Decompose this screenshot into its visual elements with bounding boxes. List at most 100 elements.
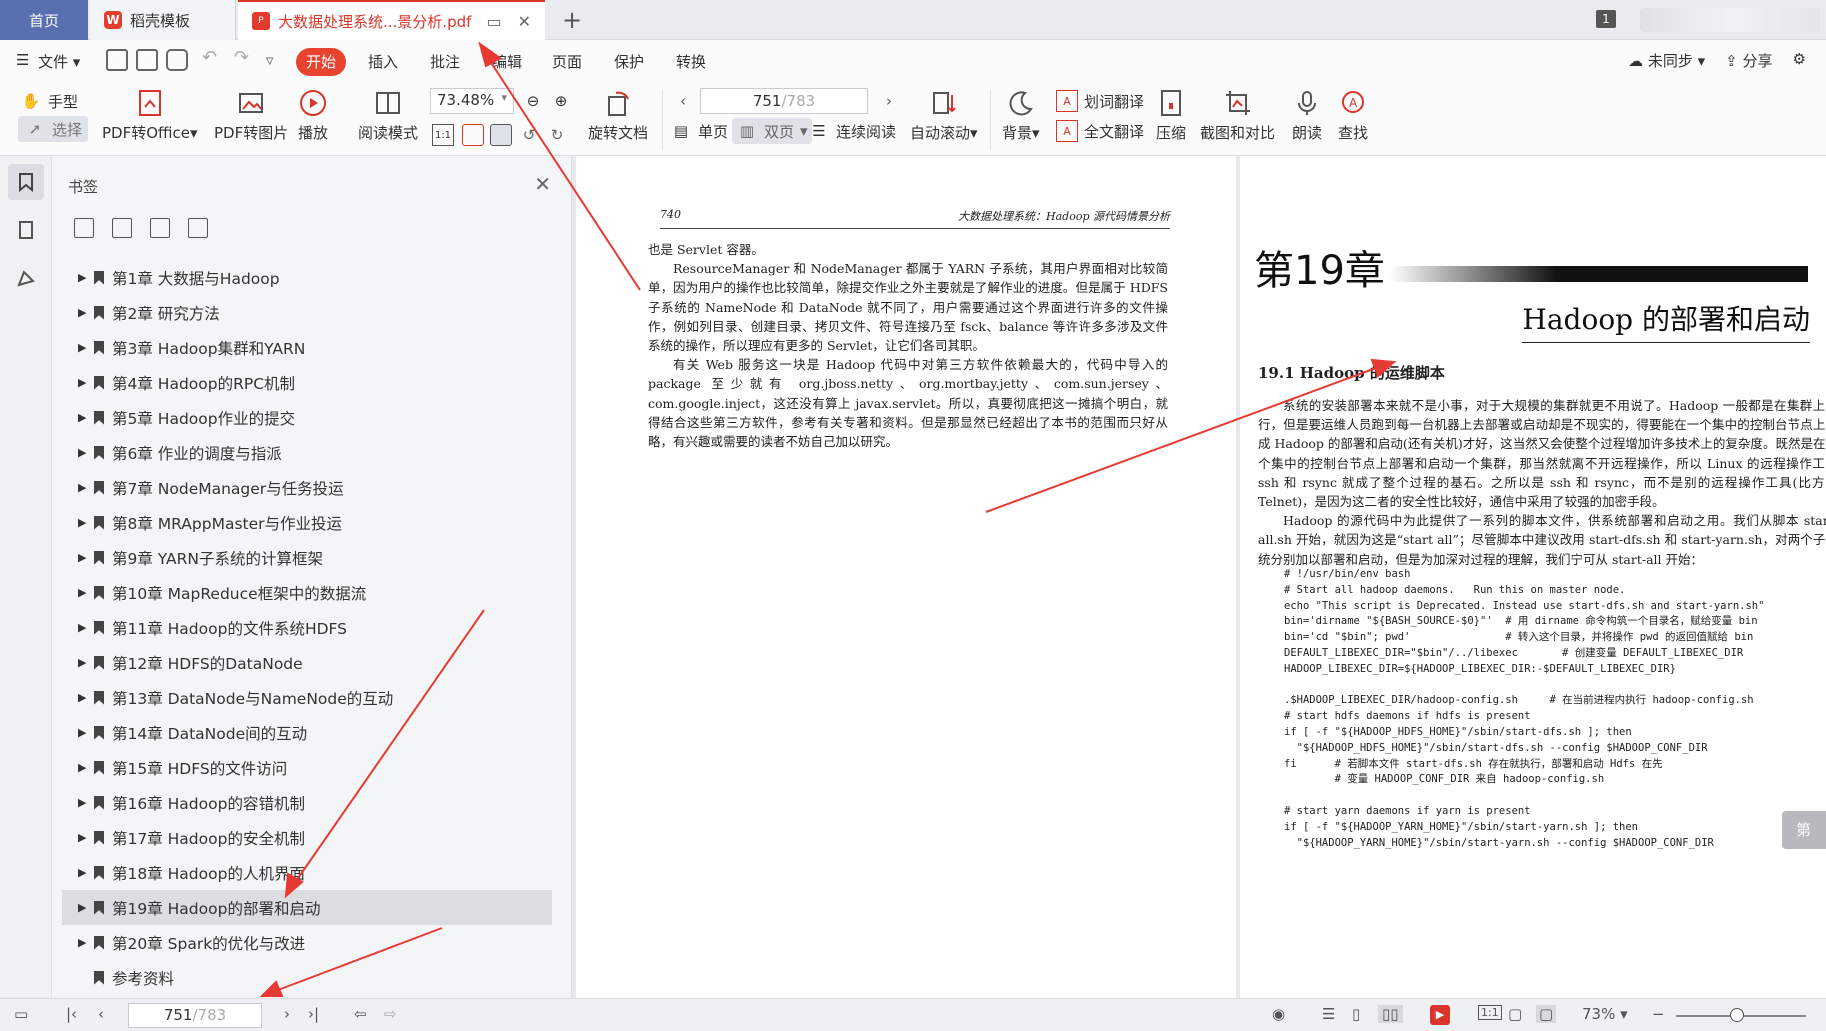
next-page-icon[interactable]: › bbox=[284, 1005, 290, 1023]
tab-docer[interactable]: W 稻壳模板 bbox=[90, 0, 236, 40]
play-button[interactable]: 播放 bbox=[298, 88, 328, 143]
find-button[interactable]: A 查找 bbox=[1338, 88, 1368, 143]
rotate-left-icon[interactable]: ↺ bbox=[518, 124, 540, 146]
single-page-button[interactable]: ▤ 单页 bbox=[670, 120, 728, 142]
bookmark-item[interactable]: 参考资料 bbox=[62, 960, 552, 995]
compress-button[interactable]: 压缩 bbox=[1156, 88, 1186, 143]
fit-width-icon[interactable]: ▢ bbox=[1536, 1005, 1557, 1023]
new-tab-icon[interactable]: + bbox=[562, 6, 582, 34]
menu-page[interactable]: 页面 bbox=[552, 51, 582, 72]
sidebar-toggle-icon[interactable]: ▭ bbox=[14, 1005, 28, 1023]
bookmark-item[interactable]: ▶ 第6章 作业的调度与指派 bbox=[62, 435, 552, 470]
background-button[interactable]: 背景▾ bbox=[1002, 88, 1040, 143]
expand-arrow-icon[interactable]: ▶ bbox=[78, 621, 90, 634]
annotation-icon[interactable] bbox=[8, 260, 44, 296]
read-aloud-button[interactable]: 朗读 bbox=[1292, 88, 1322, 143]
first-page-icon[interactable]: |‹ bbox=[66, 1005, 77, 1023]
bookmark-item[interactable]: ▶ 第18章 Hadoop的人机界面 bbox=[62, 855, 552, 890]
tab-home[interactable]: 首页 bbox=[0, 0, 88, 40]
zoom-out-icon[interactable]: − bbox=[1652, 1005, 1665, 1023]
expand-arrow-icon[interactable]: ▶ bbox=[78, 796, 90, 809]
zoom-slider-handle[interactable] bbox=[1730, 1008, 1744, 1022]
hamburger-icon[interactable]: ☰ bbox=[16, 51, 29, 69]
bookmark-item[interactable]: ▶ 第9章 YARN子系统的计算框架 bbox=[62, 540, 552, 575]
read-mode-button[interactable]: 阅读模式 bbox=[358, 88, 418, 143]
bookmark-item[interactable]: ▶ 第12章 HDFS的DataNode bbox=[62, 645, 552, 680]
expand-arrow-icon[interactable]: ▶ bbox=[78, 586, 90, 599]
full-translate-button[interactable]: A 全文翻译 bbox=[1056, 120, 1144, 142]
expand-arrow-icon[interactable]: ▶ bbox=[78, 866, 90, 879]
double-view-icon[interactable]: ▯▯ bbox=[1378, 1005, 1403, 1023]
pdf-to-image-button[interactable]: PDF转图片 bbox=[214, 88, 288, 143]
actual-size-icon[interactable]: 1:1 bbox=[432, 124, 454, 146]
prev-page-icon[interactable]: ‹ bbox=[672, 90, 694, 112]
actual-size-icon[interactable]: 1:1 bbox=[1478, 1005, 1502, 1020]
continuous-reading-button[interactable]: ☰ 连续阅读 bbox=[808, 120, 896, 142]
play-icon[interactable]: ▶ bbox=[1430, 1005, 1450, 1025]
hand-tool[interactable]: ✋ 手型 bbox=[20, 90, 78, 112]
window-count-badge[interactable]: 1 bbox=[1596, 10, 1616, 28]
expand-arrow-icon[interactable]: ▶ bbox=[78, 306, 90, 319]
bookmark-item[interactable]: ▶ 第19章 Hadoop的部署和启动 bbox=[62, 890, 552, 925]
continuous-view-icon[interactable]: ☰ bbox=[1322, 1005, 1335, 1023]
bookmark-item[interactable]: ▶ 第17章 Hadoop的安全机制 bbox=[62, 820, 552, 855]
expand-arrow-icon[interactable]: ▶ bbox=[78, 481, 90, 494]
menu-convert[interactable]: 转换 bbox=[676, 51, 706, 72]
rotate-document-button[interactable]: 旋转文档 bbox=[588, 88, 648, 143]
bookmark-settings-icon[interactable] bbox=[188, 218, 208, 238]
expand-arrow-icon[interactable]: ▶ bbox=[78, 341, 90, 354]
save-icon[interactable] bbox=[136, 49, 158, 71]
pdf-to-office-button[interactable]: PDF转Office▾ bbox=[102, 88, 198, 143]
bookmark-item[interactable]: ▶ 第3章 Hadoop集群和YARN bbox=[62, 330, 552, 365]
fit-page-icon[interactable]: ▢ bbox=[1508, 1005, 1522, 1023]
add-bookmark-icon[interactable] bbox=[150, 218, 170, 238]
undo-icon[interactable]: ↶ bbox=[202, 47, 217, 68]
float-window-icon[interactable]: ▭ bbox=[486, 12, 501, 31]
page-number-input[interactable]: 751/783 bbox=[700, 88, 868, 114]
bookmark-item[interactable]: ▶ 第20章 Spark的优化与改进 bbox=[62, 925, 552, 960]
menu-start[interactable]: 开始 bbox=[296, 48, 346, 76]
bookmark-item[interactable]: ▶ 第16章 Hadoop的容错机制 bbox=[62, 785, 552, 820]
zoom-input[interactable]: 73.48% ▾ bbox=[430, 88, 514, 114]
expand-arrow-icon[interactable]: ▶ bbox=[78, 516, 90, 529]
expand-arrow-icon[interactable]: ▶ bbox=[78, 376, 90, 389]
select-tool[interactable]: ➚ 选择 bbox=[18, 116, 89, 142]
bookmark-item[interactable]: ▶ 第4章 Hadoop的RPC机制 bbox=[62, 365, 552, 400]
rotate-right-icon[interactable]: ↻ bbox=[546, 124, 568, 146]
bookmark-item[interactable]: ▶ 第5章 Hadoop作业的提交 bbox=[62, 400, 552, 435]
bookmark-item[interactable]: ▶ 第15章 HDFS的文件访问 bbox=[62, 750, 552, 785]
expand-arrow-icon[interactable]: ▶ bbox=[78, 761, 90, 774]
zoom-in-icon[interactable]: ⊕ bbox=[550, 90, 572, 112]
expand-arrow-icon[interactable]: ▶ bbox=[78, 411, 90, 424]
bookmark-item[interactable]: ▶ 第14章 DataNode间的互动 bbox=[62, 715, 552, 750]
auto-scroll-button[interactable]: 自动滚动▾ bbox=[910, 88, 978, 143]
bookmark-item[interactable]: ▶ 第11章 Hadoop的文件系统HDFS bbox=[62, 610, 552, 645]
expand-arrow-icon[interactable]: ▶ bbox=[78, 446, 90, 459]
screenshot-compare-button[interactable]: 截图和对比 bbox=[1200, 88, 1275, 143]
bookmark-item[interactable]: ▶ 第2章 研究方法 bbox=[62, 295, 552, 330]
open-folder-icon[interactable] bbox=[106, 49, 128, 71]
bookmark-item[interactable]: ▶ 第8章 MRAppMaster与作业投运 bbox=[62, 505, 552, 540]
expand-arrow-icon[interactable]: ▶ bbox=[78, 551, 90, 564]
word-translate-button[interactable]: A 划词翻译 bbox=[1056, 90, 1144, 112]
single-view-icon[interactable]: ▯ bbox=[1352, 1005, 1360, 1023]
fit-page-icon[interactable] bbox=[462, 124, 484, 146]
next-page-icon[interactable]: › bbox=[878, 90, 900, 112]
sync-status[interactable]: ☁ 未同步 ▾ bbox=[1628, 50, 1705, 71]
expand-all-icon[interactable] bbox=[74, 218, 94, 238]
share-button[interactable]: ⇪ 分享 bbox=[1725, 50, 1772, 71]
expand-arrow-icon[interactable]: ▶ bbox=[78, 831, 90, 844]
zoom-out-icon[interactable]: ⊖ bbox=[522, 90, 544, 112]
status-page-input[interactable]: 751/783 bbox=[128, 1003, 262, 1028]
redo-icon[interactable]: ↷ bbox=[234, 47, 249, 68]
settings-icon[interactable]: ⚙ bbox=[1793, 50, 1806, 71]
expand-arrow-icon[interactable]: ▶ bbox=[78, 726, 90, 739]
next-chapter-chip[interactable]: 第 bbox=[1782, 811, 1826, 849]
bookmark-item[interactable]: ▶ 第13章 DataNode与NameNode的互动 bbox=[62, 680, 552, 715]
back-icon[interactable]: ⇦ bbox=[354, 1005, 367, 1023]
close-panel-icon[interactable]: ✕ bbox=[534, 172, 551, 196]
zoom-dropdown-icon[interactable]: ▾ bbox=[501, 91, 507, 104]
fit-width-icon[interactable] bbox=[490, 124, 512, 146]
expand-arrow-icon[interactable]: ▶ bbox=[78, 691, 90, 704]
bookmark-panel-icon[interactable] bbox=[8, 164, 44, 200]
